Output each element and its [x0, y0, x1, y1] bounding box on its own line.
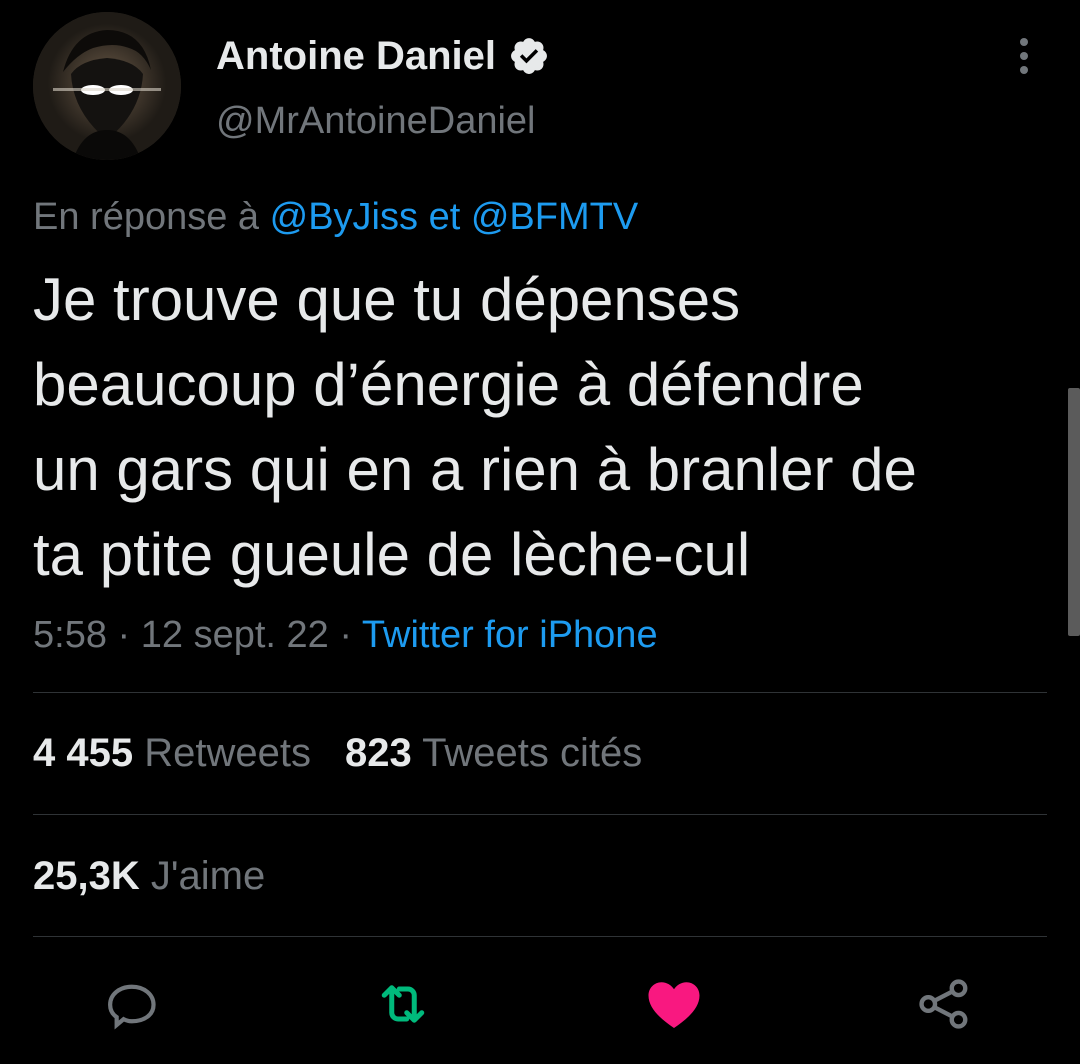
more-icon[interactable] — [1004, 36, 1044, 76]
reply-button[interactable] — [103, 974, 163, 1034]
meta-separator: · — [339, 614, 353, 656]
retweet-icon — [381, 985, 425, 1023]
meta-separator: · — [117, 614, 131, 656]
retweet-stats: 4 455 Retweets 823 Tweets cités — [33, 729, 642, 777]
like-button[interactable] — [644, 974, 704, 1034]
reply-prefix: En réponse à — [33, 196, 260, 238]
reply-user-link-1[interactable]: @ByJiss — [270, 196, 418, 238]
retweets-stat[interactable]: 4 455 Retweets — [33, 731, 311, 775]
author-handle[interactable]: @MrAntoineDaniel — [216, 98, 536, 144]
tweet-line: ta ptite gueule de lèche-cul — [33, 521, 751, 588]
share-icon — [919, 979, 968, 1029]
reply-conjunction: et — [428, 196, 461, 238]
tweet-line: beaucoup d’énergie à défendre — [33, 351, 864, 418]
share-button[interactable] — [914, 974, 974, 1034]
tweet-date[interactable]: 12 sept. 22 — [141, 614, 329, 656]
scrollbar[interactable] — [1068, 388, 1080, 636]
tweet-text: Je trouve que tu dépenses beaucoup d’éne… — [33, 257, 1033, 597]
quotes-stat[interactable]: 823 Tweets cités — [345, 731, 642, 775]
reply-icon — [108, 984, 156, 1030]
reply-user-link-2[interactable]: @BFMTV — [471, 196, 638, 238]
tweet-time[interactable]: 5:58 — [33, 614, 107, 656]
retweet-button[interactable] — [373, 974, 433, 1034]
retweets-count: 4 455 — [33, 731, 134, 775]
retweets-label: Retweets — [144, 731, 311, 775]
heart-icon — [648, 982, 700, 1028]
likes-stat[interactable]: 25,3K J'aime — [33, 852, 265, 900]
tweet-line: Je trouve que tu dépenses — [33, 266, 741, 333]
divider — [33, 692, 1047, 693]
divider — [33, 814, 1047, 815]
author-name[interactable]: Antoine Daniel — [216, 32, 496, 80]
divider — [33, 936, 1047, 937]
reply-context: En réponse à @ByJiss et @BFMTV — [33, 194, 638, 240]
tweet-line: un gars qui en a rien à branler de — [33, 436, 917, 503]
tweet-meta: 5:58 · 12 sept. 22 · Twitter for iPhone — [33, 612, 658, 658]
avatar[interactable] — [33, 12, 181, 160]
quotes-label: Tweets cités — [422, 731, 643, 775]
verified-badge-icon — [511, 38, 547, 74]
likes-label: J'aime — [150, 854, 266, 898]
quotes-count: 823 — [344, 731, 412, 775]
tweet-source[interactable]: Twitter for iPhone — [362, 614, 658, 656]
likes-count: 25,3K — [33, 854, 140, 898]
